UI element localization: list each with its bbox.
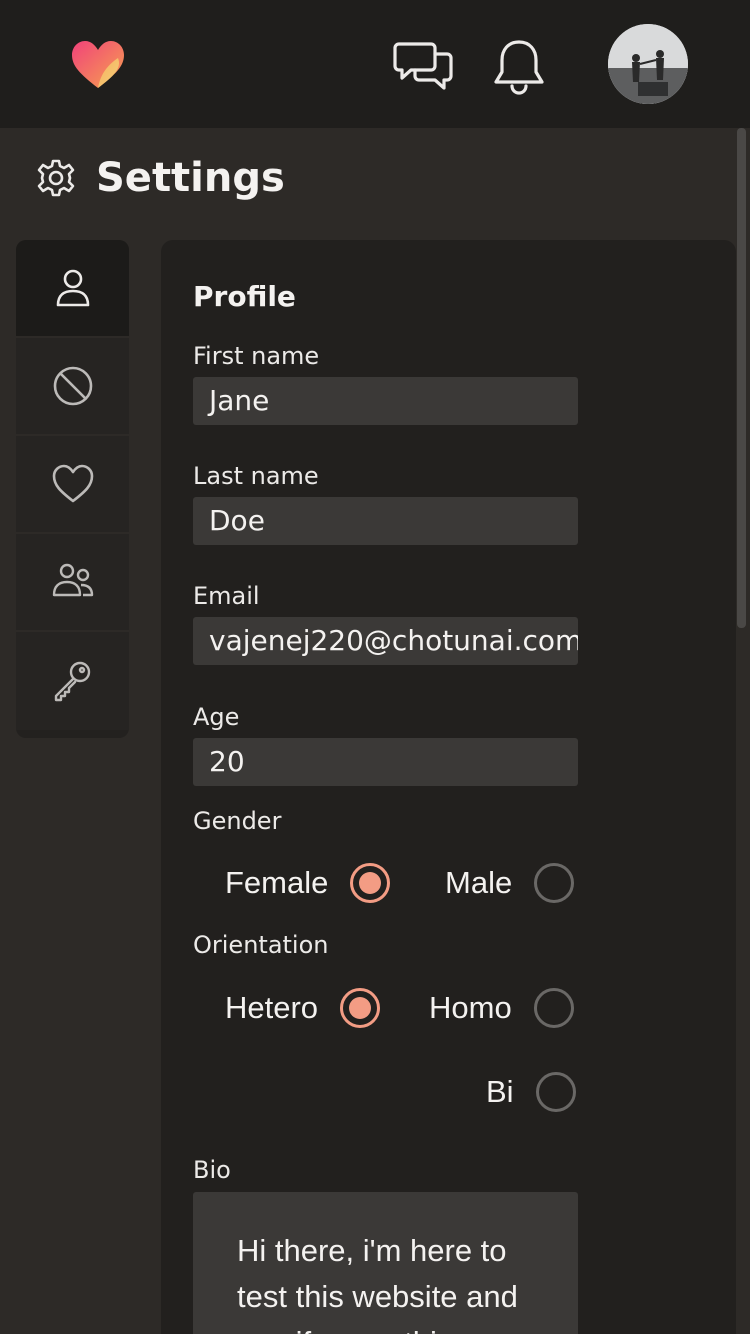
orientation-radio-group-row2: Bi [193,1070,578,1114]
orientation-option-bi[interactable]: Bi [486,1070,576,1114]
users-icon [52,563,93,597]
orientation-label: Orientation [193,931,329,959]
chat-icon[interactable] [393,38,453,94]
user-icon [56,269,89,307]
page-title: Settings [96,155,285,201]
orientation-homo-label: Homo [429,990,512,1025]
gender-radio-group: Female Male [193,861,578,905]
gear-icon [37,159,75,197]
page-scrollbar[interactable] [737,128,746,628]
settings-header: Settings [36,152,285,204]
orientation-bi-radio[interactable] [535,1072,576,1112]
email-label: Email [193,582,260,610]
bio-textarea[interactable]: Hi there, i'm here to test this website … [193,1192,578,1334]
gender-option-female[interactable]: Female [225,861,391,905]
first-name-field[interactable]: Jane [193,377,578,425]
profile-panel: Profile First name Jane Last name Doe Em… [161,240,736,1334]
settings-sidebar [16,240,129,738]
top-bar [0,0,750,128]
gender-male-radio[interactable] [534,863,575,903]
sidebar-item-blocked[interactable] [16,338,129,436]
email-field[interactable]: vajenej220@chotunai.com [193,617,578,665]
orientation-hetero-radio[interactable] [340,988,381,1028]
last-name-label: Last name [193,462,319,490]
first-name-label: First name [193,342,320,370]
orientation-homo-radio[interactable] [533,988,574,1028]
sidebar-item-friends[interactable] [16,534,129,632]
gender-female-radio[interactable] [350,863,391,903]
orientation-option-hetero[interactable]: Hetero [225,986,381,1030]
sidebar-item-password[interactable] [16,632,129,730]
orientation-hetero-label: Hetero [225,990,319,1025]
last-name-field[interactable]: Doe [193,497,578,545]
bio-label: Bio [193,1156,231,1184]
heart-icon [52,464,93,503]
key-icon [54,661,90,702]
gender-label: Gender [193,807,282,835]
heart-logo-icon[interactable] [70,38,126,94]
block-icon [53,366,92,406]
orientation-radio-group: Hetero Homo [193,986,578,1030]
orientation-option-homo[interactable]: Homo [429,986,574,1030]
age-field[interactable]: 20 [193,738,578,786]
bell-icon[interactable] [492,38,546,96]
sidebar-item-profile[interactable] [16,240,129,338]
sidebar-item-likes[interactable] [16,436,129,534]
section-title: Profile [193,280,296,313]
gender-male-label: Male [445,865,513,900]
age-label: Age [193,703,240,731]
avatar[interactable] [608,24,688,104]
gender-female-label: Female [225,865,329,900]
orientation-bi-label: Bi [486,1074,514,1109]
gender-option-male[interactable]: Male [445,861,575,905]
